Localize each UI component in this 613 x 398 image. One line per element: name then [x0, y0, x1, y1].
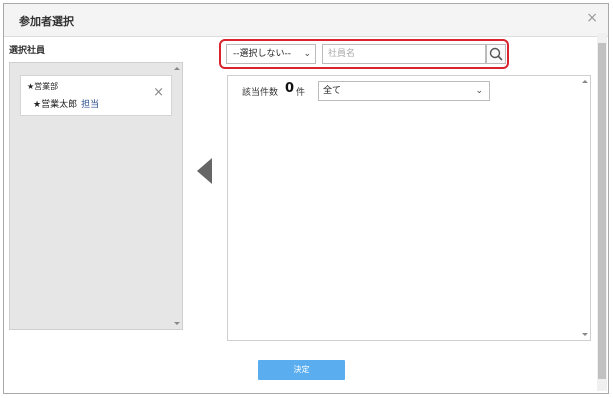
result-count-unit: 件 — [296, 88, 306, 98]
arrow-left-icon[interactable] — [197, 158, 212, 184]
results-scrollbar[interactable] — [580, 76, 590, 340]
scroll-down-icon[interactable] — [582, 333, 588, 336]
employee-dept: ★営業部 — [27, 82, 59, 91]
selected-employees-list: ★営業部 ★営業太郎 担当 × — [9, 62, 183, 330]
dialog-scrollbar[interactable] — [597, 33, 607, 391]
filter-select[interactable]: 全て ⌄ — [318, 81, 490, 101]
chevron-down-icon: ⌄ — [303, 49, 311, 59]
scroll-up-icon[interactable] — [582, 80, 588, 83]
chevron-down-icon: ⌄ — [475, 86, 483, 96]
left-scrollbar[interactable] — [172, 63, 182, 329]
department-select[interactable]: --選択しない-- ⌄ — [226, 44, 316, 64]
remove-employee-icon[interactable]: × — [153, 86, 164, 99]
scroll-up-icon[interactable] — [174, 67, 180, 70]
selected-employees-label: 選択社員 — [9, 46, 46, 56]
result-count: 0 — [285, 81, 295, 96]
employee-name-line: ★営業太郎 担当 — [33, 97, 99, 110]
close-icon[interactable]: × — [586, 11, 598, 25]
scroll-down-icon[interactable] — [174, 322, 180, 325]
dialog-title: 参加者選択 — [19, 15, 74, 28]
result-count-label: 該当件数 — [242, 88, 279, 98]
submit-button[interactable]: 決定 — [258, 360, 345, 380]
selected-employee-card: ★営業部 ★営業太郎 担当 × — [20, 75, 172, 116]
title-bar: 参加者選択 × — [4, 4, 608, 37]
department-select-value: --選択しない-- — [233, 49, 291, 59]
employee-name: ★営業太郎 — [33, 100, 78, 110]
employee-name-input[interactable] — [322, 44, 486, 64]
results-panel: 該当件数 0 件 全て ⌄ — [227, 75, 591, 341]
filter-select-value: 全て — [323, 86, 342, 96]
employee-role: 担当 — [81, 100, 100, 110]
search-button[interactable] — [486, 44, 506, 64]
scrollbar-thumb[interactable] — [598, 43, 606, 379]
search-icon — [489, 47, 503, 61]
